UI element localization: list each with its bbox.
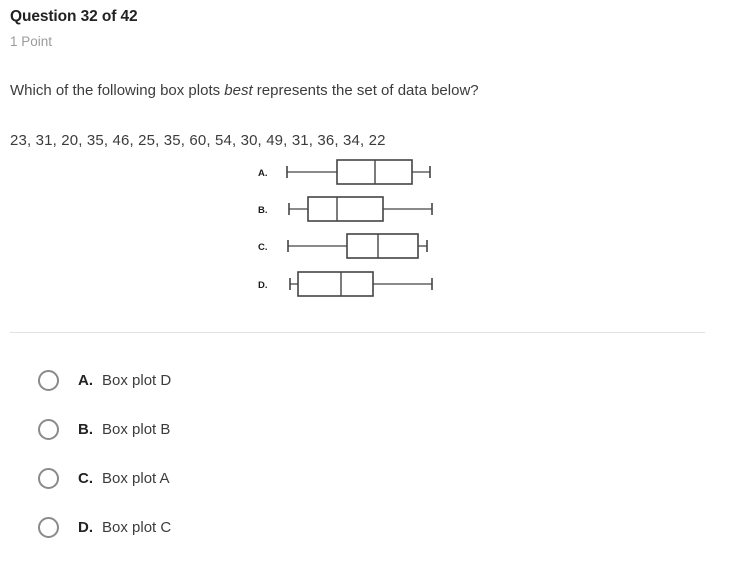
data-set-values: 23, 31, 20, 35, 46, 25, 35, 60, 54, 30, … [10, 132, 386, 149]
question-prompt: Which of the following box plots best re… [10, 80, 479, 102]
answer-option-b-letter: B. [78, 421, 93, 438]
box-plot-b: B. [258, 196, 433, 222]
answer-options-list: A. Box plot D B. Box plot B C. Box plot … [38, 368, 458, 564]
answer-option-b[interactable]: B. Box plot B [38, 417, 458, 442]
box-plot-label: A. [258, 168, 268, 179]
section-divider [10, 332, 705, 333]
answer-option-b-label: Box plot B [102, 421, 171, 438]
box-plot-a: A. [258, 159, 431, 185]
prompt-emphasis: best [224, 82, 253, 99]
radio-button-b[interactable] [38, 419, 59, 440]
answer-option-c[interactable]: C. Box plot A [38, 466, 458, 491]
point-value-label: 1 Point [10, 34, 53, 49]
box-plot-comparison-figure: A. B. C. D. [258, 156, 443, 301]
answer-option-c-letter: C. [78, 470, 93, 487]
question-header: Question 32 of 42 1 Point [10, 7, 138, 51]
answer-option-a-label: Box plot D [102, 372, 172, 389]
radio-button-c[interactable] [38, 468, 59, 489]
prompt-text-before: Which of the following box plots [10, 82, 225, 99]
answer-option-c-label: Box plot A [102, 470, 170, 487]
answer-option-d-letter: D. [78, 519, 93, 536]
radio-button-d[interactable] [38, 517, 59, 538]
radio-button-a[interactable] [38, 370, 59, 391]
answer-option-d-label: Box plot C [102, 519, 172, 536]
answer-option-d[interactable]: D. Box plot C [38, 515, 458, 540]
box-plot-d: D. [258, 271, 433, 297]
box-plot-svg: A. B. C. D. [258, 159, 433, 297]
box-plot-label: C. [258, 242, 268, 253]
box-plot-label: D. [258, 280, 268, 291]
page-title: Question 32 of 42 [10, 8, 138, 25]
answer-option-a[interactable]: A. Box plot D [38, 368, 458, 393]
box-plot-c: C. [258, 233, 428, 259]
box-plot-label: B. [258, 205, 268, 216]
prompt-text-after: represents the set of data below? [252, 82, 479, 99]
answer-option-a-letter: A. [78, 372, 93, 389]
